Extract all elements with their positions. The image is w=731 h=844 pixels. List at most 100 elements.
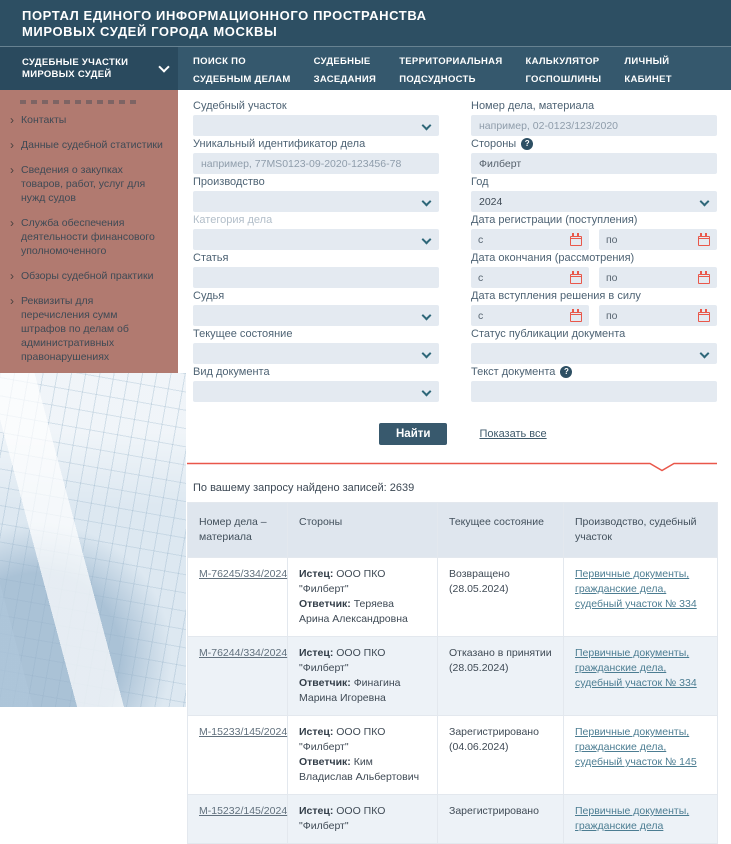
case-number-label: Номер дела, материала bbox=[471, 100, 717, 112]
current-state-label: Текущее состояние bbox=[193, 328, 439, 340]
publication-status-select[interactable] bbox=[471, 343, 717, 364]
year-label: Год bbox=[471, 176, 717, 188]
chevron-right-icon: › bbox=[10, 294, 14, 364]
chevron-right-icon: › bbox=[10, 216, 14, 258]
chevron-right-icon: › bbox=[10, 269, 14, 283]
case-status: Возвращено (28.05.2024) bbox=[438, 558, 564, 637]
unique-id-label: Уникальный идентификатор дела bbox=[193, 138, 439, 150]
production-link[interactable]: Первичные документы, гражданские дела bbox=[575, 805, 689, 832]
table-row: М-76244/334/2024 Истец: ООО ПКО "Филберт… bbox=[188, 637, 718, 716]
force-date-label: Дата вступления решения в силу bbox=[471, 290, 717, 302]
calendar-icon[interactable] bbox=[698, 274, 710, 284]
end-date-to-input[interactable]: по bbox=[599, 267, 717, 288]
nav-items: ПОИСК ПО СУДЕБНЫМ ДЕЛАМ СУДЕБНЫЕ ЗАСЕДАН… bbox=[193, 47, 672, 90]
help-icon[interactable]: ? bbox=[560, 366, 572, 378]
publication-status-label: Статус публикации документа bbox=[471, 328, 717, 340]
case-category-select[interactable] bbox=[193, 229, 439, 250]
site-header: ПОРТАЛ ЕДИНОГО ИНФОРМАЦИОННОГО ПРОСТРАНС… bbox=[0, 0, 731, 46]
document-type-select[interactable] bbox=[193, 381, 439, 402]
sidebar-item-practice-reviews[interactable]: › Обзоры судебной практики bbox=[10, 269, 164, 283]
table-row: М-15233/145/2024 Истец: ООО ПКО "Филберт… bbox=[188, 716, 718, 795]
help-icon[interactable]: ? bbox=[521, 138, 533, 150]
plaintiff-label: Истец: bbox=[299, 805, 333, 817]
case-category-label: Категория дела bbox=[193, 214, 439, 226]
production-link[interactable]: Первичные документы, гражданские дела, с… bbox=[575, 726, 697, 768]
document-text-label: Текст документа ? bbox=[471, 366, 717, 378]
chevron-right-icon: › bbox=[10, 138, 14, 152]
nav-tab-case-search[interactable]: ПОИСК ПО СУДЕБНЫМ ДЕЛАМ bbox=[193, 51, 291, 87]
article-input[interactable] bbox=[193, 267, 439, 288]
production-select[interactable] bbox=[193, 191, 439, 212]
force-date-from-input[interactable]: с bbox=[471, 305, 589, 326]
parties-input[interactable] bbox=[471, 153, 717, 174]
results-divider bbox=[187, 459, 717, 469]
search-button[interactable]: Найти bbox=[379, 423, 447, 445]
chevron-down-icon bbox=[422, 197, 432, 207]
form-actions: Найти Показать все bbox=[187, 422, 717, 446]
show-all-link[interactable]: Показать все bbox=[479, 428, 546, 440]
table-header-row: Номер дела – материала Стороны Текущее с… bbox=[188, 503, 718, 558]
nav-tab-court-sessions[interactable]: СУДЕБНЫЕ ЗАСЕДАНИЯ bbox=[314, 51, 377, 87]
clipped-menu-item bbox=[20, 100, 140, 104]
case-number-link[interactable]: М-76245/334/2024 bbox=[199, 568, 287, 580]
nav-tab-personal-account[interactable]: ЛИЧНЫЙ КАБИНЕТ bbox=[624, 51, 671, 87]
force-date-to-input[interactable]: по bbox=[599, 305, 717, 326]
unique-id-input[interactable] bbox=[193, 153, 439, 174]
calendar-icon[interactable] bbox=[698, 312, 710, 322]
case-status: Зарегистрировано bbox=[438, 795, 564, 844]
current-state-select[interactable] bbox=[193, 343, 439, 364]
calendar-icon[interactable] bbox=[570, 236, 582, 246]
parties-label: Стороны ? bbox=[471, 138, 717, 150]
court-section-label: Судебный участок bbox=[193, 100, 439, 112]
calendar-icon[interactable] bbox=[570, 312, 582, 322]
case-status: Зарегистрировано (04.06.2024) bbox=[438, 716, 564, 795]
sidebar-item-financial-ombudsman[interactable]: › Служба обеспечения деятельности финанс… bbox=[10, 216, 164, 258]
registration-date-label: Дата регистрации (поступления) bbox=[471, 214, 717, 226]
nav-tab-fee-calculator[interactable]: КАЛЬКУЛЯТОР ГОСПОШЛИНЫ bbox=[525, 51, 601, 87]
chevron-down-icon bbox=[422, 311, 432, 321]
calendar-icon[interactable] bbox=[570, 274, 582, 284]
search-form: Судебный участок Уникальный идентификато… bbox=[193, 100, 717, 404]
sidebar-item-fine-requisites[interactable]: › Реквизиты для перечисления сумм штрафо… bbox=[10, 294, 164, 364]
article-label: Статья bbox=[193, 252, 439, 264]
plaintiff-label: Истец: bbox=[299, 726, 333, 738]
case-number-link[interactable]: М-76244/334/2024 bbox=[199, 647, 287, 659]
background-city-photo bbox=[0, 373, 186, 707]
chevron-down-icon bbox=[700, 349, 710, 359]
nav-tab-territorial-jurisdiction[interactable]: ТЕРРИТОРИАЛЬНАЯ ПОДСУДНОСТЬ bbox=[399, 51, 502, 87]
col-header-current-state: Текущее состояние bbox=[438, 503, 564, 558]
chevron-down-icon bbox=[422, 349, 432, 359]
main-nav: СУДЕБНЫЕ УЧАСТКИ МИРОВЫХ СУДЕЙ ПОИСК ПО … bbox=[0, 46, 731, 90]
table-row: М-15232/145/2024 Истец: ООО ПКО "Филберт… bbox=[188, 795, 718, 844]
judge-select[interactable] bbox=[193, 305, 439, 326]
production-link[interactable]: Первичные документы, гражданские дела, с… bbox=[575, 647, 697, 689]
end-date-from-input[interactable]: с bbox=[471, 267, 589, 288]
nav-tab-label: СУДЕБНЫЕ УЧАСТКИ МИРОВЫХ СУДЕЙ bbox=[22, 57, 160, 81]
sidebar-item-statistics[interactable]: › Данные судебной статистики bbox=[10, 138, 164, 152]
results-summary: По вашему запросу найдено записей: 2639 bbox=[193, 482, 717, 494]
defendant-label: Ответчик: bbox=[299, 598, 351, 610]
case-number-link[interactable]: М-15233/145/2024 bbox=[199, 726, 287, 738]
site-title: ПОРТАЛ ЕДИНОГО ИНФОРМАЦИОННОГО ПРОСТРАНС… bbox=[22, 8, 731, 40]
document-text-input[interactable] bbox=[471, 381, 717, 402]
year-select[interactable]: 2024 bbox=[471, 191, 717, 212]
case-number-link[interactable]: М-15232/145/2024 bbox=[199, 805, 287, 817]
court-section-select[interactable] bbox=[193, 115, 439, 136]
registration-date-from-input[interactable]: с bbox=[471, 229, 589, 250]
chevron-right-icon: › bbox=[10, 113, 14, 127]
nav-tab-court-sections[interactable]: СУДЕБНЫЕ УЧАСТКИ МИРОВЫХ СУДЕЙ bbox=[0, 47, 178, 90]
calendar-icon[interactable] bbox=[698, 236, 710, 246]
production-label: Производство bbox=[193, 176, 439, 188]
table-row: М-76245/334/2024 Истец: ООО ПКО "Филберт… bbox=[188, 558, 718, 637]
sidebar-item-procurement[interactable]: › Сведения о закупках товаров, работ, ус… bbox=[10, 163, 164, 205]
defendant-label: Ответчик: bbox=[299, 756, 351, 768]
chevron-down-icon bbox=[700, 197, 710, 207]
end-date-label: Дата окончания (рассмотрения) bbox=[471, 252, 717, 264]
case-status: Отказано в принятии (28.05.2024) bbox=[438, 637, 564, 716]
sidebar-item-contacts[interactable]: › Контакты bbox=[10, 113, 164, 127]
production-link[interactable]: Первичные документы, гражданские дела, с… bbox=[575, 568, 697, 610]
plaintiff-label: Истец: bbox=[299, 568, 333, 580]
case-number-input[interactable] bbox=[471, 115, 717, 136]
registration-date-to-input[interactable]: по bbox=[599, 229, 717, 250]
sidebar-menu: › Контакты › Данные судебной статистики … bbox=[0, 90, 178, 373]
